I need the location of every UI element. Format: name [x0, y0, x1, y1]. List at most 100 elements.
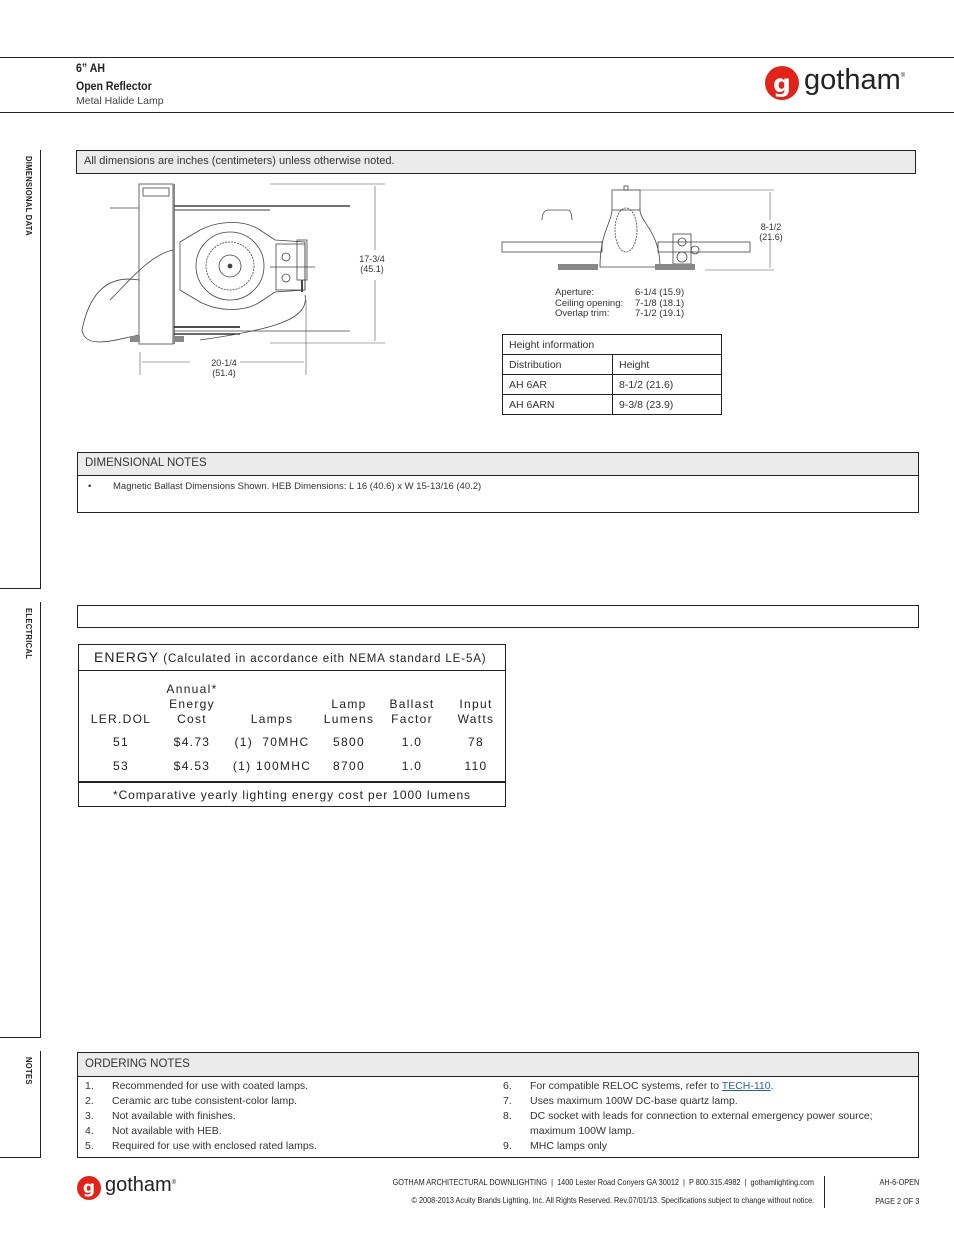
side-tab-dimensional-data	[0, 150, 41, 589]
note-text: Uses maximum 100W DC-base quartz lamp.	[530, 1095, 738, 1107]
col-header-line: Watts	[457, 712, 495, 726]
product-title: 6” AH	[76, 61, 105, 75]
footer-doc-id: AH-6-OPEN	[879, 1177, 919, 1187]
note-text-tail: .	[770, 1080, 774, 1092]
header-bottom-rule	[0, 112, 954, 113]
plan-view-drawing	[81, 183, 385, 375]
gotham-g-icon: g	[77, 1176, 101, 1200]
side-tab-electrical-label: ELECTRICAL	[24, 608, 34, 660]
spec-value: 7-1/2 (19.1)	[635, 308, 685, 319]
energy-cell: 78	[468, 735, 484, 749]
ordering-note: 3. Not available with finishes.	[85, 1110, 236, 1122]
energy-cell: (1) 70MHC	[234, 735, 310, 749]
plan-width-dimension: 20-1/4 (51.4)	[200, 358, 248, 378]
ordering-note: 4. Not available with HEB.	[85, 1125, 222, 1137]
note-text: Required for use with enclosed rated lam…	[112, 1140, 317, 1152]
note-number: 6.	[503, 1080, 512, 1092]
table-cell: 9-3/8 (23.9)	[612, 394, 722, 415]
energy-col-header: Lamp Lumens	[321, 697, 377, 727]
ordering-note: 7. Uses maximum 100W DC-base quartz lamp.	[503, 1095, 738, 1107]
height-table-caption-row: Height information	[502, 334, 722, 355]
side-tab-notes-label: NOTES	[24, 1057, 34, 1085]
logo-wordmark: gotham	[105, 1174, 172, 1196]
ordering-note: 6. For compatible RELOC systems, refer t…	[503, 1080, 774, 1092]
energy-col-header: LER.DOL	[89, 712, 153, 727]
ordering-note: 9. MHC lamps only	[503, 1140, 607, 1152]
energy-title-main: ENERGY	[94, 649, 160, 665]
note-text: Not available with finishes.	[112, 1110, 236, 1122]
col-header-line: Lamps	[250, 712, 294, 726]
height-table-header: Height	[612, 354, 722, 375]
footer-divider	[824, 1176, 825, 1208]
note-text: Not available with HEB.	[112, 1125, 222, 1137]
side-tab-electrical	[0, 602, 41, 1038]
note-number	[503, 1125, 530, 1137]
note-number: 1.	[85, 1080, 94, 1092]
ordering-note: 8. DC socket with leads for connection to…	[503, 1110, 873, 1122]
energy-cell: 5800	[333, 735, 365, 749]
energy-cell: 8700	[333, 759, 365, 773]
side-height-value: 8-1/2	[760, 222, 782, 232]
plan-width-cm: (51.4)	[212, 368, 236, 378]
energy-cell: 53	[113, 759, 129, 773]
gotham-g-icon: g	[765, 66, 799, 100]
energy-title: ENERGY (Calculated in accordance eith NE…	[79, 645, 505, 671]
spec-aperture: Aperture: 6-1/4 (15.9)	[555, 287, 685, 299]
energy-table: ENERGY (Calculated in accordance eith NE…	[78, 644, 506, 807]
footer-company-line: GOTHAM ARCHITECTURAL DOWNLIGHTING | 1400…	[392, 1177, 814, 1187]
note-number: 7.	[503, 1095, 512, 1107]
height-table-header: Distribution	[502, 354, 613, 375]
ordering-note-continuation: maximum 100W lamp.	[503, 1125, 634, 1137]
side-tab-dimensional-label: DIMENSIONAL DATA	[24, 156, 34, 236]
table-cell: AH 6ARN	[502, 394, 613, 415]
height-info-table: Height information Distribution Height A…	[502, 334, 722, 415]
note-number: 9.	[503, 1140, 512, 1152]
col-header-line: Input	[459, 697, 493, 711]
footer-page-number: PAGE 2 OF 3	[874, 1196, 919, 1206]
height-table-caption: Height information	[502, 334, 722, 355]
energy-title-note: (Calculated in accordance eith NEMA stan…	[159, 653, 487, 665]
logo-wordmark: gotham	[804, 63, 901, 96]
spec-value: 6-1/4 (15.9)	[635, 287, 685, 298]
note-number: 5.	[85, 1140, 94, 1152]
col-header-line: Lamp	[331, 697, 367, 711]
col-header-line: Ballast	[389, 697, 435, 711]
product-description: Metal Halide Lamp	[76, 95, 164, 107]
spec-overlap-trim: Overlap trim: 7-1/2 (19.1)	[555, 308, 685, 320]
col-header-line: Factor	[391, 712, 433, 726]
table-row: AH 6ARN 9-3/8 (23.9)	[502, 394, 722, 415]
plan-height-dimension: 17-3/4 (45.1)	[348, 254, 396, 274]
side-height-dimension: 8-1/2 (21.6)	[751, 222, 791, 242]
ordering-notes-heading: ORDERING NOTES	[77, 1052, 919, 1077]
note-text: For compatible RELOC systems, refer to T…	[530, 1080, 774, 1092]
gotham-logo-header: g gotham ®	[765, 63, 906, 100]
note-text: DC socket with leads for connection to e…	[530, 1110, 873, 1122]
registered-mark: ®	[171, 1180, 177, 1186]
col-header-line: Lumens	[323, 712, 375, 726]
note-number: 2.	[85, 1095, 94, 1107]
side-view-drawing	[501, 185, 774, 271]
energy-cell: 1.0	[401, 735, 423, 749]
ordering-note: 2. Ceramic arc tube consistent-color lamp…	[85, 1095, 297, 1107]
footer-copyright: © 2008-2013 Acuity Brands Lighting, Inc.…	[411, 1195, 814, 1205]
gotham-logo-footer: g gotham ®	[77, 1174, 177, 1200]
energy-cell: 1.0	[401, 759, 423, 773]
table-cell: 8-1/2 (21.6)	[612, 374, 722, 395]
side-tab-notes	[0, 1051, 41, 1158]
note-number: 4.	[85, 1125, 94, 1137]
plan-height-cm: (45.1)	[360, 264, 384, 274]
electrical-banner	[77, 605, 919, 628]
height-table-header-row: Distribution Height	[502, 354, 722, 375]
col-header-line: Cost	[177, 712, 207, 726]
note-text: Magnetic Ballast Dimensions Shown. HEB D…	[113, 481, 482, 492]
registered-mark: ®	[900, 73, 906, 79]
dimensional-notes-heading: DIMENSIONAL NOTES	[77, 452, 919, 476]
col-header-line: Energy	[169, 697, 215, 711]
tech-110-link[interactable]: TECH-110	[722, 1080, 771, 1092]
header-top-rule	[0, 57, 954, 58]
plan-width-value: 20-1/4	[211, 358, 237, 368]
ordering-note: 1. Recommended for use with coated lamps.	[85, 1080, 308, 1092]
col-header-line: Annual*	[166, 682, 218, 696]
note-text: Recommended for use with coated lamps.	[112, 1080, 309, 1092]
dimensional-note-item: • Magnetic Ballast Dimensions Shown. HEB…	[88, 481, 481, 492]
